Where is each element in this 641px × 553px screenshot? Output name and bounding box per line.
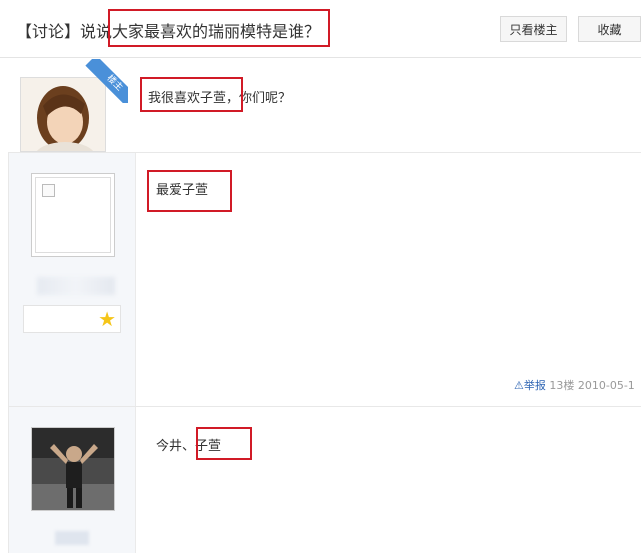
highlight-box — [140, 77, 243, 112]
user-sidebar: ★ — [9, 153, 136, 407]
star-icon: ★ — [98, 307, 116, 331]
owner-badge: 楼主 — [85, 59, 128, 103]
highlight-box — [196, 427, 252, 460]
warning-icon: ⚠ — [514, 379, 524, 392]
highlight-box — [108, 9, 330, 47]
report-link[interactable]: 举报 — [524, 379, 546, 392]
post-footer: ⚠举报 13楼 2010-05-1 — [514, 377, 635, 393]
favorite-button[interactable]: 收藏 — [578, 16, 641, 42]
owner-ribbon: 楼主 — [84, 59, 128, 103]
username-blurred — [37, 277, 115, 295]
highlight-box — [147, 170, 232, 212]
post-2: ★ 最爱子萱 ⚠举报 13楼 2010-05-1 — [8, 152, 641, 407]
user-sidebar — [9, 407, 136, 553]
avatar[interactable] — [31, 173, 115, 257]
thread-header: 【讨论】说说大家最喜欢的瑞丽模特是谁？ 只看楼主 收藏 — [0, 0, 641, 58]
post-1: 楼主 我很喜欢子萱，你们呢？ — [0, 59, 641, 152]
username-blurred — [55, 531, 89, 545]
post-3: 今井、子萱 — [8, 406, 641, 553]
broken-image-icon — [42, 184, 55, 197]
only-owner-button[interactable]: 只看楼主 — [500, 16, 567, 42]
user-rank: ★ — [23, 305, 121, 333]
floor-number: 13楼 — [549, 379, 575, 392]
avatar-photo — [32, 428, 114, 510]
avatar-frame — [35, 177, 111, 253]
avatar[interactable] — [31, 427, 115, 511]
post-date: 2010-05-1 — [577, 379, 635, 392]
